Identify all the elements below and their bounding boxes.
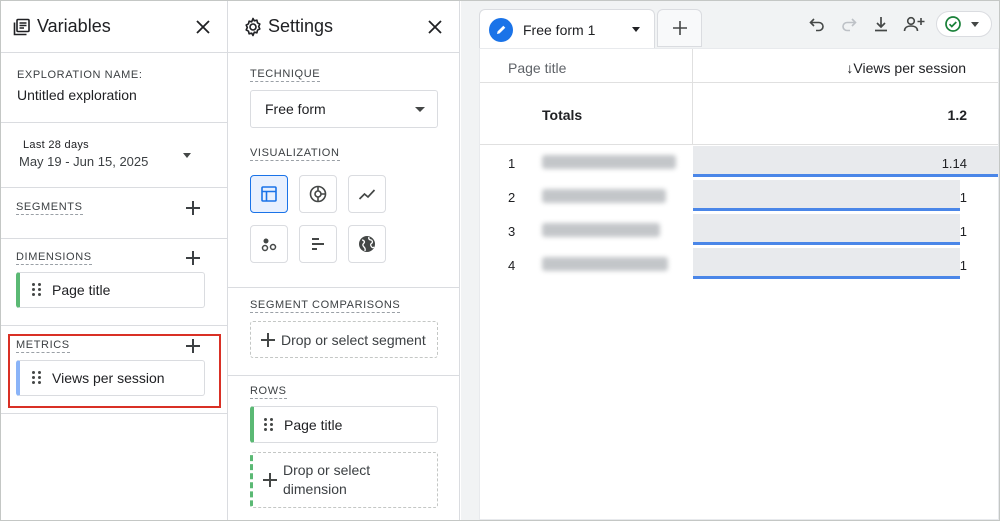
plus-icon	[261, 332, 275, 347]
date-preset-label: Last 28 days	[23, 139, 89, 151]
value-bar	[693, 248, 960, 279]
chevron-down-icon[interactable]	[632, 27, 640, 32]
row-value: 1.14	[941, 156, 967, 171]
plus-icon	[263, 473, 277, 487]
segment-comparisons-label: SEGMENT COMPARISONS	[250, 299, 401, 313]
table-row[interactable]: 21	[480, 180, 998, 214]
redo-icon[interactable]	[838, 13, 860, 35]
column-header-views-per-session[interactable]: ↓Views per session	[846, 60, 966, 76]
undo-icon[interactable]	[806, 13, 828, 35]
tab-label: Free form 1	[523, 21, 596, 38]
dimension-dropzone-line2: dimension	[283, 481, 347, 497]
chevron-down-icon	[183, 153, 191, 158]
add-segment-icon[interactable]	[185, 200, 201, 216]
technique-select[interactable]: Free form	[250, 90, 438, 128]
technique-value: Free form	[265, 101, 326, 117]
plus-icon	[672, 21, 687, 35]
dimension-dropzone-text: Drop or select dimension	[283, 461, 370, 499]
value-bar	[693, 180, 960, 211]
segment-dropzone-label: Drop or select segment	[281, 331, 426, 348]
variables-icon	[12, 17, 32, 37]
value-bar	[693, 214, 960, 245]
divider	[228, 287, 459, 288]
dimension-chip-label: Page title	[52, 282, 111, 298]
add-tab-button[interactable]	[657, 9, 702, 47]
exploration-name-input[interactable]: Untitled exploration	[17, 87, 227, 103]
rows-label: ROWS	[250, 385, 287, 399]
row-value: 1	[959, 258, 967, 273]
redacted-page-title	[542, 189, 666, 203]
segments-section: SEGMENTS	[1, 200, 227, 216]
table-header-row: Page title ↓Views per session	[480, 49, 998, 83]
redacted-page-title	[542, 223, 660, 237]
exploration-name-section: EXPLORATION NAME: Untitled exploration	[1, 53, 227, 123]
download-icon[interactable]	[870, 13, 892, 35]
date-range-picker[interactable]: Last 28 days May 19 - Jun 15, 2025	[1, 123, 227, 188]
segment-dropzone[interactable]: Drop or select segment	[250, 321, 438, 358]
dimension-chip-page-title[interactable]: Page title	[16, 272, 205, 308]
free-form-table: Page title ↓Views per session Totals 1.2…	[479, 48, 999, 520]
share-user-icon[interactable]	[901, 13, 927, 35]
divider	[1, 325, 227, 326]
row-value: 1	[959, 190, 967, 205]
row-index: 2	[508, 190, 516, 205]
totals-value: 1.2	[947, 107, 967, 123]
divider	[1, 413, 227, 414]
check-circle-icon	[945, 16, 961, 32]
table-row[interactable]: 41	[480, 248, 998, 282]
segments-label: SEGMENTS	[16, 201, 83, 215]
settings-title: Settings	[268, 16, 334, 36]
date-range-text: May 19 - Jun 15, 2025	[19, 154, 149, 169]
table-icon[interactable]	[250, 175, 288, 213]
scatter-chart-icon[interactable]	[250, 225, 288, 263]
drag-handle-icon[interactable]	[32, 283, 42, 297]
row-index: 3	[508, 224, 516, 239]
settings-header: Settings	[228, 1, 459, 53]
chevron-down-icon	[971, 21, 979, 27]
exploration-name-label: EXPLORATION NAME:	[17, 69, 143, 81]
tab-free-form-1[interactable]: Free form 1	[479, 9, 655, 49]
divider	[228, 375, 459, 376]
dimensions-label: DIMENSIONS	[16, 251, 92, 265]
row-index: 1	[508, 156, 516, 171]
visualization-grid	[250, 175, 390, 263]
dimension-dropzone-line1: Drop or select	[283, 462, 371, 478]
settings-panel: Settings TECHNIQUE Free form VISUALIZATI…	[228, 1, 460, 520]
column-header-page-title[interactable]: Page title	[508, 60, 566, 76]
donut-chart-icon[interactable]	[299, 175, 337, 213]
tab-bar: Free form 1	[461, 1, 999, 49]
row-index: 4	[508, 258, 516, 273]
technique-label: TECHNIQUE	[250, 68, 321, 82]
chevron-down-icon	[415, 107, 425, 112]
pencil-icon[interactable]	[489, 17, 513, 42]
bar-chart-icon[interactable]	[299, 225, 337, 263]
redacted-page-title	[542, 257, 668, 271]
totals-label: Totals	[542, 107, 583, 123]
close-icon[interactable]	[193, 17, 213, 37]
row-chip-label: Page title	[284, 416, 343, 433]
dimensions-section: DIMENSIONS	[1, 250, 227, 266]
drag-handle-icon[interactable]	[264, 417, 274, 432]
row-value: 1	[959, 224, 967, 239]
geo-map-icon[interactable]	[348, 225, 386, 263]
divider	[1, 238, 227, 239]
redacted-page-title	[542, 155, 676, 169]
gear-icon	[243, 17, 263, 37]
exploration-canvas: Free form 1 Page title ↓Views per sessio…	[461, 1, 999, 520]
totals-row: Totals 1.2	[480, 83, 998, 145]
metrics-highlight-box	[8, 334, 221, 408]
variables-title: Variables	[37, 16, 111, 36]
row-chip-page-title[interactable]: Page title	[250, 406, 438, 443]
status-button[interactable]	[936, 11, 992, 37]
variables-panel: Variables EXPLORATION NAME: Untitled exp…	[1, 1, 228, 520]
table-row[interactable]: 31	[480, 214, 998, 248]
line-chart-icon[interactable]	[348, 175, 386, 213]
visualization-label: VISUALIZATION	[250, 147, 340, 161]
close-icon[interactable]	[425, 17, 445, 37]
table-row[interactable]: 1 1.14	[480, 146, 998, 180]
variables-header: Variables	[1, 1, 227, 53]
add-dimension-icon[interactable]	[185, 250, 201, 266]
dimension-dropzone[interactable]: Drop or select dimension	[250, 452, 438, 508]
